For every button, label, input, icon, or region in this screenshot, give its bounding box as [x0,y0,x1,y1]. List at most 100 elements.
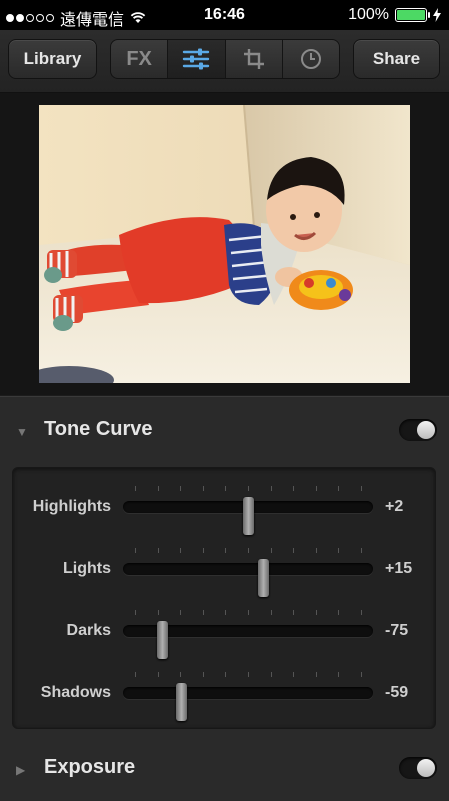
slider-tick [202,548,204,553]
slider-tick [270,672,272,677]
toolbar: Library FX Share [0,30,449,93]
slider-tick [361,548,362,553]
tab-fx[interactable]: FX [111,40,169,78]
slider-value: +2 [385,498,404,515]
slider-tick [225,486,227,491]
slider-tick [315,610,317,615]
slider-tick [157,486,159,491]
slider-tick [270,486,272,491]
slider-tick [135,486,136,491]
slider-thumb[interactable] [243,497,254,535]
crop-icon [243,49,264,69]
slider-tick [293,486,295,491]
slider-tick [248,610,249,615]
share-button[interactable]: Share [353,39,440,79]
highlights-slider[interactable] [123,497,373,535]
tab-history[interactable] [283,40,339,78]
fx-label: FX [126,47,152,70]
exposure-toggle[interactable] [399,757,437,779]
slider-label: Lights [63,560,111,577]
lights-slider[interactable] [123,559,373,597]
slider-tick [248,548,249,553]
slider-tick [157,548,159,553]
tone-curve-toggle[interactable] [399,419,437,441]
slider-tick [248,672,249,677]
library-button[interactable]: Library [8,39,97,79]
exposure-header[interactable]: ▶ Exposure [0,741,449,797]
slider-value: -59 [385,684,409,701]
tone-curve-header[interactable]: ▼ Tone Curve [0,403,449,459]
status-right: 100% [348,6,441,24]
slider-tick [135,548,136,553]
toggle-knob [417,421,435,439]
slider-row-darks: Darks -75 [13,610,437,659]
slider-tick [202,610,204,615]
slider-row-shadows: Shadows -59 [13,672,437,721]
slider-ticks [123,672,373,678]
slider-tick [225,548,227,553]
slider-tick [270,610,272,615]
sliders-icon [183,48,210,70]
tab-adjust[interactable] [168,40,226,78]
slider-thumb[interactable] [156,621,168,659]
slider-ticks [123,610,373,616]
tab-crop[interactable] [226,40,283,78]
slider-value: -75 [385,622,409,639]
slider-tick [361,486,362,491]
slider-tick [293,672,295,677]
slider-tick [293,610,295,615]
slider-tick [270,548,272,553]
slider-thumb[interactable] [175,683,187,721]
slider-tick [135,672,136,677]
slider-tick [135,610,136,615]
slider-tick [157,610,159,615]
disclosure-down-icon[interactable]: ▼ [16,425,28,439]
slider-row-lights: Lights +15 [13,548,437,597]
battery-icon [395,8,430,22]
shadows-slider[interactable] [123,683,373,721]
photo-canvas [0,93,449,395]
slider-tick [315,486,317,491]
photo-image [39,105,410,383]
slider-tick [180,672,182,677]
slider-thumb[interactable] [258,559,269,597]
tool-tabs: FX [110,39,340,79]
tone-curve-sliders: Highlights +2 Lights +15 Darks -75 Shado… [12,467,436,729]
adjustments-panel: ▼ Tone Curve Highlights +2 Lights +15 Da… [0,396,449,801]
battery-percent: 100% [348,6,389,23]
toggle-knob [417,759,435,777]
slider-tick [361,610,362,615]
slider-tick [315,548,317,553]
slider-tick [338,672,340,677]
status-bar: 遠傳電信 16:46 100% [0,0,449,30]
slider-label: Highlights [32,498,111,515]
clock-icon [300,49,321,69]
slider-tick [361,672,362,677]
exposure-title: Exposure [44,756,136,778]
slider-ticks [123,486,373,492]
slider-tick [180,486,182,491]
slider-value: +15 [385,560,413,577]
slider-tick [202,486,204,491]
disclosure-right-icon[interactable]: ▶ [16,763,25,777]
darks-slider[interactable] [123,621,373,659]
slider-label: Darks [66,622,111,639]
slider-tick [202,672,204,677]
slider-tick [225,610,227,615]
slider-tick [180,610,182,615]
photo-preview[interactable] [39,105,410,383]
slider-tick [248,486,249,491]
slider-tick [315,672,317,677]
slider-tick [338,486,340,491]
slider-tick [293,548,295,553]
slider-tick [180,548,182,553]
bolt-icon [433,8,441,22]
slider-row-highlights: Highlights +2 [13,486,437,535]
tone-curve-title: Tone Curve [44,418,153,440]
slider-tick [225,672,227,677]
slider-tick [338,548,340,553]
slider-tick [157,672,159,677]
slider-ticks [123,548,373,554]
slider-label: Shadows [40,684,111,701]
slider-tick [338,610,340,615]
